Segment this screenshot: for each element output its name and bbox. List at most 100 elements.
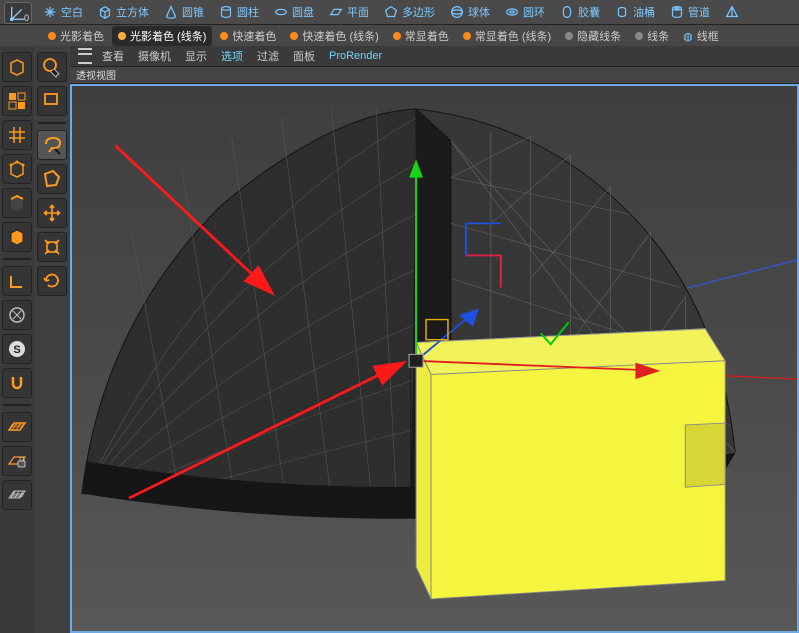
vpmenu-查看[interactable]: 查看 bbox=[102, 48, 124, 64]
capsule-icon bbox=[559, 4, 575, 20]
primitive-plane-button[interactable]: 平面 bbox=[322, 2, 375, 22]
edges-button[interactable] bbox=[2, 188, 32, 218]
snap-icon bbox=[6, 372, 28, 394]
polygons-icon bbox=[6, 226, 28, 248]
plane-icon bbox=[328, 4, 344, 20]
edges-icon bbox=[6, 192, 28, 214]
texture-button[interactable] bbox=[2, 120, 32, 150]
shading-常显着色 (线条)-button[interactable]: 常显着色 (线条) bbox=[457, 26, 557, 46]
radio-dot-icon bbox=[290, 32, 298, 40]
wplane-button[interactable] bbox=[2, 412, 32, 442]
radio-dot-icon bbox=[463, 32, 471, 40]
cube-icon bbox=[97, 4, 113, 20]
primitive-disc-button[interactable]: 圆盘 bbox=[267, 2, 320, 22]
uv-icon bbox=[6, 304, 28, 326]
cylinder-icon bbox=[218, 4, 234, 20]
shading-光影着色-button[interactable]: 光影着色 bbox=[42, 26, 110, 46]
viewport-menu-bar: 查看摄像机显示选项过滤面板 ProRender bbox=[70, 46, 799, 67]
snap-button[interactable] bbox=[2, 368, 32, 398]
primitive-polygon-button[interactable]: 多边形 bbox=[377, 2, 441, 22]
tube-icon bbox=[669, 4, 685, 20]
polygons-button[interactable] bbox=[2, 222, 32, 252]
hamburger-icon[interactable] bbox=[78, 48, 92, 64]
poly-sel-button[interactable] bbox=[37, 164, 67, 194]
viewport-title: 透视视图 bbox=[70, 67, 799, 84]
shading-mode-bar: 光影着色光影着色 (线条)快速着色快速着色 (线条)常显着色常显着色 (线条)隐… bbox=[0, 25, 799, 48]
axis-button[interactable] bbox=[2, 266, 32, 296]
radio-dot-icon bbox=[393, 32, 401, 40]
primitive-shelf: 空白立方体圆锥圆柱圆盘平面多边形球体圆环胶囊油桶管道 bbox=[0, 0, 799, 25]
radio-dot-icon bbox=[565, 32, 573, 40]
poly-sel-icon bbox=[41, 168, 63, 190]
model-icon bbox=[6, 90, 28, 112]
cone-icon bbox=[163, 4, 179, 20]
primitive-cylinder-button[interactable]: 圆柱 bbox=[212, 2, 265, 22]
select-live-button[interactable] bbox=[37, 52, 67, 82]
primitive-pyramid-button[interactable] bbox=[718, 2, 749, 22]
polygon-icon bbox=[383, 4, 399, 20]
uv-button[interactable] bbox=[2, 300, 32, 330]
lasso-icon bbox=[41, 134, 63, 156]
primitive-cone-button[interactable]: 圆锥 bbox=[157, 2, 210, 22]
shading-常显着色-button[interactable]: 常显着色 bbox=[387, 26, 455, 46]
primitive-cube-button[interactable]: 立方体 bbox=[91, 2, 155, 22]
select-rect-icon bbox=[41, 90, 63, 112]
texture-icon bbox=[6, 124, 28, 146]
viewport-panel: 查看摄像机显示选项过滤面板 ProRender 透视视图 bbox=[70, 46, 799, 633]
vpmenu-过滤[interactable]: 过滤 bbox=[257, 48, 279, 64]
grid-button[interactable] bbox=[2, 480, 32, 510]
shading-线框-button[interactable]: ◍线框 bbox=[677, 26, 725, 46]
move-icon bbox=[41, 202, 63, 224]
make-editable-icon bbox=[6, 56, 28, 78]
torus-icon bbox=[504, 4, 520, 20]
select-rect-button[interactable] bbox=[37, 86, 67, 116]
s-mode-button[interactable]: S bbox=[2, 334, 32, 364]
model-button[interactable] bbox=[2, 86, 32, 116]
radio-dot-icon bbox=[118, 32, 126, 40]
shading-快速着色-button[interactable]: 快速着色 bbox=[214, 26, 282, 46]
pyramid-icon bbox=[724, 4, 740, 20]
radio-dot-icon bbox=[220, 32, 228, 40]
cube-object bbox=[416, 329, 725, 599]
make-editable-button[interactable] bbox=[2, 52, 32, 82]
primitive-tube-button[interactable]: 管道 bbox=[663, 2, 716, 22]
s-mode-icon: S bbox=[6, 338, 28, 360]
oiltank-icon bbox=[614, 4, 630, 20]
radio-dot-icon bbox=[635, 32, 643, 40]
primitive-sphere-button[interactable]: 球体 bbox=[443, 2, 496, 22]
primitive-null-button[interactable]: 空白 bbox=[36, 2, 89, 22]
grid-icon bbox=[6, 484, 28, 506]
mode-toolbar: S bbox=[0, 46, 35, 633]
null-icon bbox=[42, 4, 58, 20]
points-button[interactable] bbox=[2, 154, 32, 184]
points-icon bbox=[6, 158, 28, 180]
vpmenu-显示[interactable]: 显示 bbox=[185, 48, 207, 64]
vpmenu-面板[interactable]: 面板 bbox=[293, 48, 315, 64]
shading-隐藏线条-button[interactable]: 隐藏线条 bbox=[559, 26, 627, 46]
vpmenu-摄像机[interactable]: 摄像机 bbox=[138, 48, 171, 64]
move-button[interactable] bbox=[37, 198, 67, 228]
locked-button[interactable] bbox=[2, 446, 32, 476]
shading-线条-button[interactable]: 线条 bbox=[629, 26, 675, 46]
rotate-icon bbox=[41, 270, 63, 292]
lasso-button[interactable] bbox=[37, 130, 67, 160]
radio-dot-icon bbox=[48, 32, 56, 40]
disc-icon bbox=[273, 4, 289, 20]
globe-icon: ◍ bbox=[683, 30, 693, 43]
perspective-viewport[interactable] bbox=[70, 84, 799, 633]
scale-button[interactable] bbox=[37, 232, 67, 262]
primitive-torus-button[interactable]: 圆环 bbox=[498, 2, 551, 22]
vpmenu-ProRender[interactable]: ProRender bbox=[329, 50, 382, 62]
sphere-icon bbox=[449, 4, 465, 20]
rotate-button[interactable] bbox=[37, 266, 67, 296]
primitive-capsule-button[interactable]: 胶囊 bbox=[553, 2, 606, 22]
shading-光影着色 (线条)-button[interactable]: 光影着色 (线条) bbox=[112, 26, 212, 46]
scale-icon bbox=[41, 236, 63, 258]
primitive-oiltank-button[interactable]: 油桶 bbox=[608, 2, 661, 22]
axis-icon bbox=[6, 270, 28, 292]
coord-origin-button[interactable]: 0 bbox=[4, 2, 32, 24]
svg-text:S: S bbox=[13, 344, 20, 356]
vpmenu-选项[interactable]: 选项 bbox=[221, 48, 243, 64]
shading-快速着色 (线条)-button[interactable]: 快速着色 (线条) bbox=[284, 26, 384, 46]
wplane-icon bbox=[6, 416, 28, 438]
